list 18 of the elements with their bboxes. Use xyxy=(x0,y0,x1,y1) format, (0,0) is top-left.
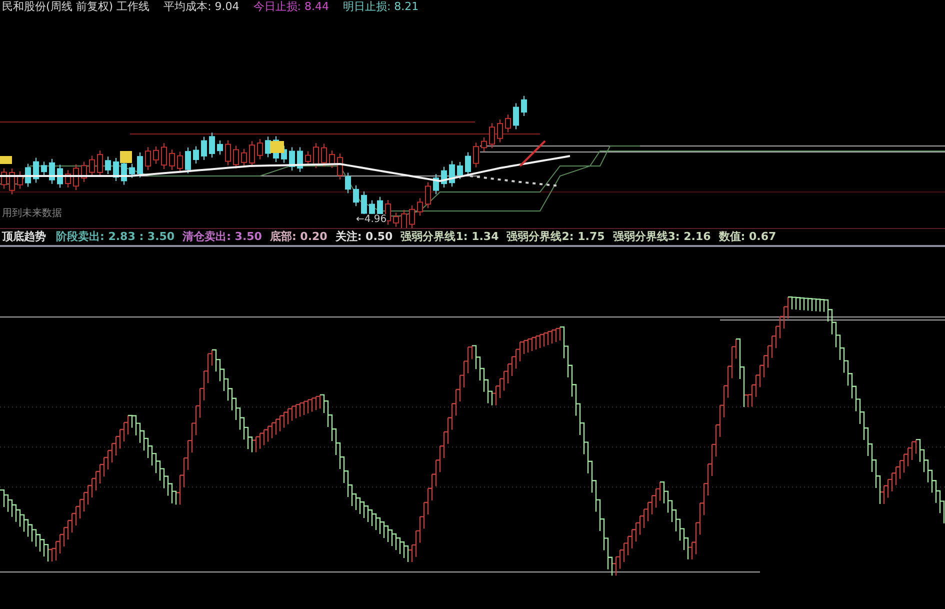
indicator-value: 底部: 0.20 xyxy=(270,229,328,245)
chart-title: 民和股份(周线 前复权) 工作线 xyxy=(2,0,150,15)
indicator-value: 清仓卖出: 3.50 xyxy=(182,229,262,245)
indicator-value: 数值: 0.67 xyxy=(718,229,776,245)
indicator-value: 强弱分界线2: 1.75 xyxy=(506,229,605,245)
average-cost-label: 平均成本: 9.04 xyxy=(164,0,240,15)
signal-marker xyxy=(270,141,284,153)
indicator-value: 强弱分界线3: 2.16 xyxy=(612,229,711,245)
indicator-value: 关注: 0.50 xyxy=(335,229,393,245)
signal-marker xyxy=(120,151,132,163)
today-stop-loss-label: 今日止损: 8.44 xyxy=(253,0,329,15)
future-data-note: 用到未来数据 xyxy=(2,206,62,220)
indicator-name: 顶底趋势 xyxy=(2,229,46,245)
tomorrow-stop-loss-label: 明日止损: 8.21 xyxy=(342,0,419,15)
trend-line xyxy=(519,140,546,167)
indicator-value: 强弱分界线1: 1.34 xyxy=(400,229,499,245)
indicator-value: 阶段卖出: 2.83 : 3.50 xyxy=(56,229,175,245)
signal-marker xyxy=(0,156,12,164)
